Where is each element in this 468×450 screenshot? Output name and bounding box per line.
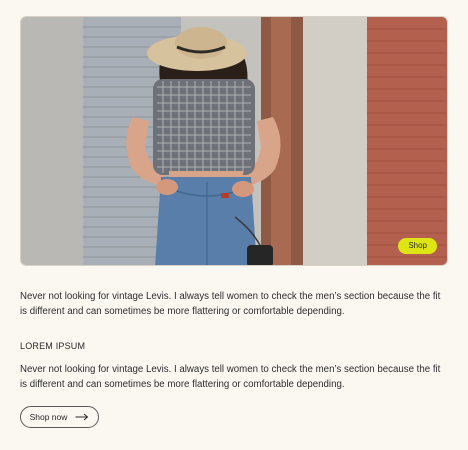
section-heading: LOREM IPSUM	[20, 341, 86, 351]
shop-now-button[interactable]: Shop now	[20, 406, 99, 428]
hero-image-card: Shop	[20, 16, 448, 266]
arrow-right-icon	[75, 413, 89, 421]
intro-paragraph: Never not looking for vintage Levis. I a…	[20, 291, 441, 317]
body-paragraph: Never not looking for vintage Levis. I a…	[20, 364, 441, 390]
hero-photo	[21, 17, 447, 265]
shop-now-label: Shop now	[29, 412, 68, 422]
shop-pill-button[interactable]: Shop	[398, 238, 437, 254]
